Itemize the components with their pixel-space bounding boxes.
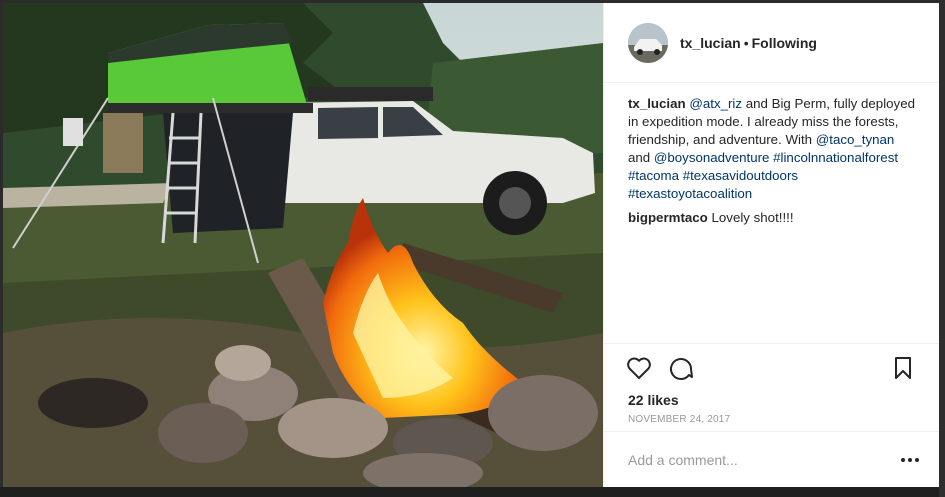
mention-link[interactable]: @atx_riz (689, 96, 742, 111)
likes-count[interactable]: 22 likes (628, 392, 679, 408)
background-strip (0, 487, 945, 497)
separator-dot: • (743, 35, 749, 51)
background-edge (939, 0, 945, 497)
post-detail-panel: tx_lucian • Following tx_lucian @atx_riz a… (603, 3, 940, 487)
following-button[interactable]: Following (752, 35, 817, 51)
avatar[interactable] (628, 23, 668, 63)
hashtag-link[interactable]: #texastoyotacoalition (628, 186, 752, 201)
comment-item: bigpermtaco Lovely shot!!!! (628, 209, 916, 227)
comment-username[interactable]: bigpermtaco (628, 210, 708, 225)
header-text: tx_lucian • Following (680, 35, 817, 51)
comment-text: Lovely shot!!!! (711, 210, 794, 225)
hashtag-link[interactable]: #lincolnnationalforest (773, 150, 898, 165)
post-header: tx_lucian • Following (604, 3, 940, 83)
caption: tx_lucian @atx_riz and Big Perm, fully d… (628, 95, 916, 203)
mention-link[interactable]: @boysonadventure (654, 150, 770, 165)
caption-text: and (628, 150, 654, 165)
username-link[interactable]: tx_lucian (680, 35, 741, 51)
hashtag-link[interactable]: #texasavidoutdoors (683, 168, 798, 183)
comments-section: tx_lucian @atx_riz and Big Perm, fully d… (628, 95, 916, 233)
hashtag-link[interactable]: #tacoma (628, 168, 679, 183)
comment-input[interactable] (628, 450, 878, 470)
caption-username[interactable]: tx_lucian (628, 96, 686, 111)
post-date: NOVEMBER 24, 2017 (628, 414, 731, 425)
more-icon[interactable] (900, 450, 920, 475)
post-photo[interactable] (3, 3, 603, 487)
action-bar: 22 likes NOVEMBER 24, 2017 (604, 343, 940, 440)
heart-icon[interactable] (626, 356, 652, 385)
add-comment-bar (604, 431, 940, 488)
comment-icon[interactable] (668, 356, 694, 385)
bookmark-icon[interactable] (892, 356, 914, 385)
mention-link[interactable]: @taco_tynan (816, 132, 895, 147)
